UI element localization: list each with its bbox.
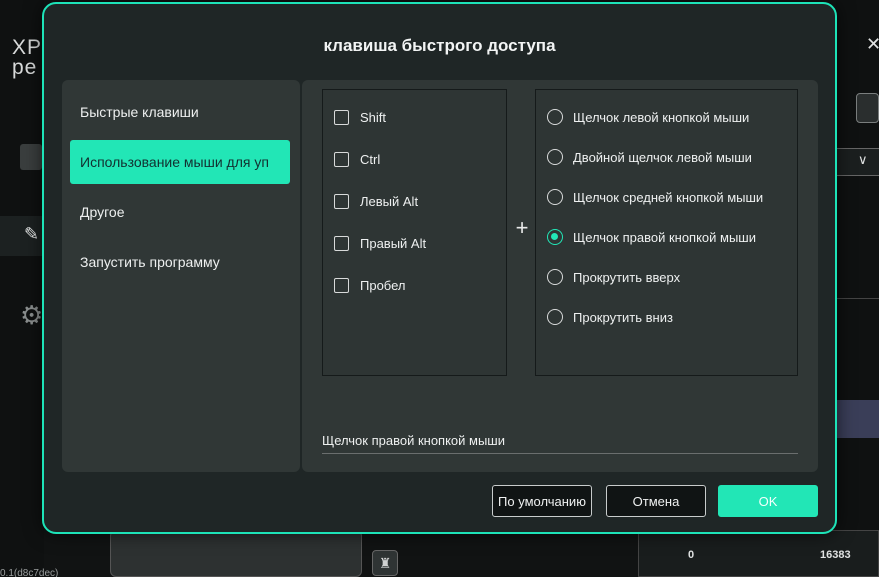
modifier-label: Shift bbox=[360, 109, 387, 125]
cancel-button[interactable]: Отмена bbox=[606, 485, 706, 517]
chevron-down-icon: ∨ bbox=[858, 152, 868, 167]
modifier-ctrl[interactable]: Ctrl bbox=[334, 149, 380, 169]
pressure-max: 16383 bbox=[820, 549, 851, 561]
shortcut-dialog: клавиша быстрого доступа Быстрые клавиши… bbox=[42, 2, 837, 534]
close-icon[interactable]: ✕ bbox=[866, 34, 879, 55]
gear-icon[interactable]: ⚙ bbox=[20, 300, 44, 330]
modifier-label: Пробел bbox=[360, 277, 406, 293]
modifier-shift[interactable]: Shift bbox=[334, 107, 386, 127]
mouse-scroll-up[interactable]: Прокрутить вверх bbox=[547, 267, 680, 287]
refresh-button[interactable] bbox=[856, 93, 879, 123]
shortcut-summary: Щелчок правой кнопкой мыши bbox=[322, 432, 798, 454]
modifier-list: Shift Ctrl Левый Alt Правый Alt Пробел bbox=[322, 89, 507, 376]
checkbox[interactable] bbox=[334, 109, 349, 125]
screen-icon[interactable] bbox=[20, 144, 42, 170]
settings-panel: Shift Ctrl Левый Alt Правый Alt Пробел + bbox=[302, 80, 818, 472]
checkbox[interactable] bbox=[334, 151, 349, 167]
modifier-label: Ctrl bbox=[360, 151, 381, 167]
modifier-label: Левый Alt bbox=[360, 193, 419, 209]
nav-item-other[interactable]: Другое bbox=[70, 190, 290, 234]
app-logo-text: XP pe bbox=[12, 36, 43, 79]
radio-button-selected[interactable] bbox=[547, 229, 563, 245]
radio-button[interactable] bbox=[547, 269, 563, 285]
mouse-action-label: Щелчок левой кнопкой мыши bbox=[573, 109, 750, 125]
clear-icon[interactable]: ♜ bbox=[372, 550, 398, 576]
radio-button[interactable] bbox=[547, 309, 563, 325]
plus-icon: + bbox=[515, 215, 529, 240]
pen-icon: ✎ bbox=[24, 224, 40, 244]
mouse-scroll-down[interactable]: Прокрутить вниз bbox=[547, 307, 673, 327]
category-nav: Быстрые клавиши Использование мыши для у… bbox=[62, 80, 300, 472]
pressure-band bbox=[836, 400, 879, 438]
divider bbox=[836, 298, 879, 299]
nav-item-hotkeys[interactable]: Быстрые клавиши bbox=[70, 90, 290, 134]
modifier-right-alt[interactable]: Правый Alt bbox=[334, 233, 426, 253]
checkbox[interactable] bbox=[334, 235, 349, 251]
radio-button[interactable] bbox=[547, 109, 563, 125]
mouse-action-list: Щелчок левой кнопкой мыши Двойной щелчок… bbox=[535, 89, 798, 376]
mouse-double-click[interactable]: Двойной щелчок левой мыши bbox=[547, 147, 752, 167]
app-right-area bbox=[836, 0, 879, 577]
mouse-action-label: Щелчок средней кнопкой мыши bbox=[573, 189, 764, 205]
mouse-left-click[interactable]: Щелчок левой кнопкой мыши bbox=[547, 107, 749, 127]
radio-button[interactable] bbox=[547, 189, 563, 205]
mouse-action-label: Щелчок правой кнопкой мыши bbox=[573, 229, 756, 245]
nav-item-mouse[interactable]: Использование мыши для уп bbox=[70, 140, 290, 184]
version-text: 0.1(d8c7dec) bbox=[0, 568, 59, 577]
default-button[interactable]: По умолчанию bbox=[492, 485, 592, 517]
app-sidebar bbox=[0, 0, 44, 577]
test-area[interactable] bbox=[110, 530, 362, 577]
mouse-action-label: Двойной щелчок левой мыши bbox=[573, 149, 752, 165]
nav-item-run-program[interactable]: Запустить программу bbox=[70, 240, 290, 284]
modifier-label: Правый Alt bbox=[360, 235, 427, 251]
ok-button[interactable]: OK bbox=[718, 485, 818, 517]
checkbox[interactable] bbox=[334, 277, 349, 293]
modifier-left-alt[interactable]: Левый Alt bbox=[334, 191, 418, 211]
dialog-title: клавиша быстрого доступа bbox=[323, 36, 556, 55]
mouse-action-label: Прокрутить вверх bbox=[573, 269, 681, 285]
mouse-right-click[interactable]: Щелчок правой кнопкой мыши bbox=[547, 227, 756, 247]
radio-button[interactable] bbox=[547, 149, 563, 165]
mouse-middle-click[interactable]: Щелчок средней кнопкой мыши bbox=[547, 187, 763, 207]
pressure-min: 0 bbox=[688, 549, 695, 561]
modifier-space[interactable]: Пробел bbox=[334, 275, 406, 295]
mouse-action-label: Прокрутить вниз bbox=[573, 309, 673, 325]
checkbox[interactable] bbox=[334, 193, 349, 209]
